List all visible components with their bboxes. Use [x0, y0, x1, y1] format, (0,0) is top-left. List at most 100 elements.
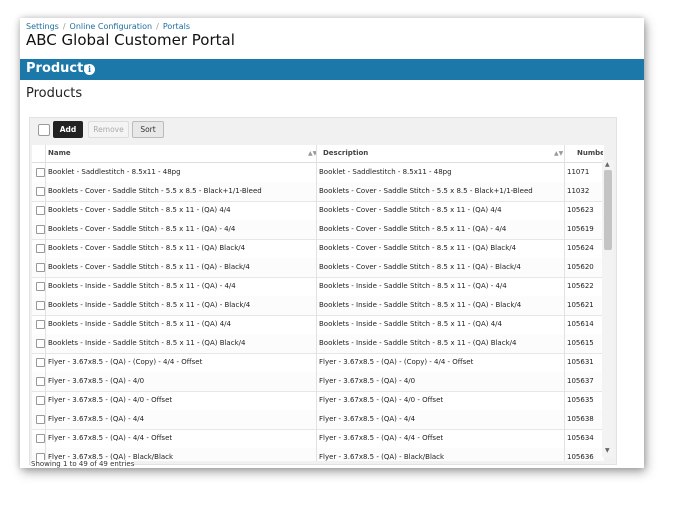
products-heading: Products — [26, 86, 83, 101]
cell-number: 105622 — [567, 282, 594, 290]
row-checkbox[interactable] — [36, 263, 45, 272]
table-row[interactable]: Booklets - Inside - Saddle Stitch - 8.5 … — [32, 296, 604, 316]
products-table: Name ▲▼ Description ▲▼ Number Booklet - … — [32, 145, 604, 461]
cell-description: Booklets - Inside - Saddle Stitch - 8.5 … — [319, 320, 502, 328]
table-row[interactable]: Booklets - Inside - Saddle Stitch - 8.5 … — [32, 277, 604, 297]
table-row[interactable]: Flyer - 3.67x8.5 - (QA) - 4/4 Flyer - 3.6… — [32, 410, 604, 430]
scroll-down-icon[interactable]: ▼ — [605, 447, 610, 454]
breadcrumb: Settings / Online Configuration / Portals — [26, 22, 190, 31]
cell-name: Booklets - Cover - Saddle Stitch - 8.5 x… — [48, 206, 231, 214]
row-checkbox[interactable] — [36, 301, 45, 310]
cell-description: Booklet - Saddlestitch - 8.5x11 - 48pg — [319, 168, 452, 176]
cell-number: 105619 — [567, 225, 594, 233]
table-row[interactable]: Flyer - 3.67x8.5 - (QA) - (Copy) - 4/4 -… — [32, 353, 604, 373]
table-row[interactable]: Booklet - Saddlestitch - 8.5x11 - 48pg Bo… — [32, 163, 604, 183]
portal-window: Settings / Online Configuration / Portals AB… — [20, 18, 644, 468]
row-checkbox[interactable] — [36, 377, 45, 386]
table-row[interactable]: Flyer - 3.67x8.5 - (QA) - 4/0 Flyer - 3.6… — [32, 372, 604, 392]
cell-description: Flyer - 3.67x8.5 - (QA) - 4/0 - Offset — [319, 396, 444, 404]
cell-name: Flyer - 3.67x8.5 - (QA) - (Copy) - 4/4 -… — [48, 358, 203, 366]
cell-description: Booklets - Cover - Saddle Stitch - 8.5 x… — [319, 225, 507, 233]
row-checkbox[interactable] — [36, 282, 45, 291]
row-checkbox[interactable] — [36, 187, 45, 196]
row-checkbox[interactable] — [36, 396, 45, 405]
page-title: ABC Global Customer Portal — [26, 31, 235, 49]
cell-description: Flyer - 3.67x8.5 - (QA) - (Copy) - 4/4 -… — [319, 358, 474, 366]
cell-number: 105620 — [567, 263, 594, 271]
table-row[interactable]: Booklets - Cover - Saddle Stitch - 8.5 x… — [32, 201, 604, 221]
products-panel: Add Remove Sort Name ▲▼ Description ▲▼ N… — [29, 117, 617, 465]
breadcrumb-settings[interactable]: Settings — [26, 22, 59, 31]
cell-description: Flyer - 3.67x8.5 - (QA) - 4/4 — [319, 415, 416, 423]
cell-number: 105624 — [567, 244, 594, 252]
row-checkbox[interactable] — [36, 225, 45, 234]
cell-name: Flyer - 3.67x8.5 - (QA) - 4/4 - Offset — [48, 434, 173, 442]
cell-name: Booklets - Inside - Saddle Stitch - 8.5 … — [48, 320, 231, 328]
cell-number: 11071 — [567, 168, 590, 176]
row-checkbox[interactable] — [36, 206, 45, 215]
scroll-up-icon[interactable]: ▲ — [605, 161, 610, 168]
table-row[interactable]: Flyer - 3.67x8.5 - (QA) - 4/0 - Offset Fl… — [32, 391, 604, 411]
row-checkbox[interactable] — [36, 320, 45, 329]
cell-number: 105615 — [567, 339, 594, 347]
cell-description: Booklets - Inside - Saddle Stitch - 8.5 … — [319, 282, 507, 290]
table-row[interactable]: Booklets - Cover - Saddle Stitch - 8.5 x… — [32, 258, 604, 278]
cell-number: 11032 — [567, 187, 590, 195]
cell-number: 105614 — [567, 320, 594, 328]
cell-number: 105637 — [567, 377, 594, 385]
scroll-thumb[interactable] — [604, 170, 612, 250]
info-icon[interactable]: i — [84, 64, 95, 75]
cell-description: Booklets - Inside - Saddle Stitch - 8.5 … — [319, 301, 522, 309]
cell-number: 105636 — [567, 453, 594, 461]
table-row[interactable]: Booklets - Inside - Saddle Stitch - 8.5 … — [32, 334, 604, 354]
cell-name: Booklets - Cover - Saddle Stitch - 8.5 x… — [48, 225, 236, 233]
column-header-name[interactable]: Name — [48, 145, 298, 162]
table-row[interactable]: Booklets - Cover - Saddle Stitch - 8.5 x… — [32, 220, 604, 240]
column-header-description[interactable]: Description — [323, 145, 553, 162]
cell-description: Booklets - Cover - Saddle Stitch - 8.5 x… — [319, 244, 517, 252]
cell-description: Booklets - Cover - Saddle Stitch - 8.5 x… — [319, 206, 502, 214]
table-row[interactable]: Booklets - Cover - Saddle Stitch - 5.5 x… — [32, 182, 604, 202]
cell-description: Booklets - Inside - Saddle Stitch - 8.5 … — [319, 339, 517, 347]
cell-description: Booklets - Cover - Saddle Stitch - 8.5 x… — [319, 263, 521, 271]
vertical-scrollbar[interactable]: ▲ ▼ — [602, 160, 614, 457]
cell-name: Flyer - 3.67x8.5 - (QA) - 4/0 - Offset — [48, 396, 173, 404]
cell-number: 105631 — [567, 358, 594, 366]
row-checkbox[interactable] — [36, 358, 45, 367]
breadcrumb-portals[interactable]: Portals — [163, 22, 190, 31]
cell-number: 105638 — [567, 415, 594, 423]
table-info: Showing 1 to 49 of 49 entries — [31, 460, 135, 468]
cell-description: Flyer - 3.67x8.5 - (QA) - 4/0 — [319, 377, 416, 385]
row-checkbox[interactable] — [36, 168, 45, 177]
cell-name: Booklet - Saddlestitch - 8.5x11 - 48pg — [48, 168, 181, 176]
table-header: Name ▲▼ Description ▲▼ Number — [32, 145, 604, 163]
cell-number: 105623 — [567, 206, 594, 214]
section-title: Products — [26, 61, 92, 76]
cell-description: Flyer - 3.67x8.5 - (QA) - Black/Black — [319, 453, 445, 461]
cell-name: Flyer - 3.67x8.5 - (QA) - 4/0 — [48, 377, 145, 385]
table-row[interactable]: Booklets - Cover - Saddle Stitch - 8.5 x… — [32, 239, 604, 259]
cell-number: 105621 — [567, 301, 594, 309]
cell-name: Booklets - Cover - Saddle Stitch - 8.5 x… — [48, 244, 246, 252]
cell-name: Booklets - Inside - Saddle Stitch - 8.5 … — [48, 301, 251, 309]
sort-description-icon[interactable]: ▲▼ — [554, 150, 563, 157]
row-checkbox[interactable] — [36, 415, 45, 424]
row-checkbox[interactable] — [36, 339, 45, 348]
cell-name: Flyer - 3.67x8.5 - (QA) - 4/4 — [48, 415, 145, 423]
row-checkbox[interactable] — [36, 244, 45, 253]
add-button[interactable]: Add — [53, 121, 83, 138]
column-header-number[interactable]: Number — [577, 145, 603, 162]
remove-button[interactable]: Remove — [88, 121, 129, 138]
cell-number: 105635 — [567, 396, 594, 404]
cell-description: Booklets - Cover - Saddle Stitch - 5.5 x… — [319, 187, 533, 195]
row-checkbox[interactable] — [36, 434, 45, 443]
table-row[interactable]: Flyer - 3.67x8.5 - (QA) - 4/4 - Offset Fl… — [32, 429, 604, 449]
sort-button[interactable]: Sort — [132, 121, 164, 138]
select-all-checkbox[interactable] — [38, 124, 50, 136]
cell-name: Booklets - Cover - Saddle Stitch - 5.5 x… — [48, 187, 262, 195]
breadcrumb-online-configuration[interactable]: Online Configuration — [70, 22, 153, 31]
table-row[interactable]: Booklets - Inside - Saddle Stitch - 8.5 … — [32, 315, 604, 335]
cell-name: Booklets - Cover - Saddle Stitch - 8.5 x… — [48, 263, 250, 271]
cell-name: Booklets - Inside - Saddle Stitch - 8.5 … — [48, 339, 246, 347]
cell-name: Booklets - Inside - Saddle Stitch - 8.5 … — [48, 282, 236, 290]
